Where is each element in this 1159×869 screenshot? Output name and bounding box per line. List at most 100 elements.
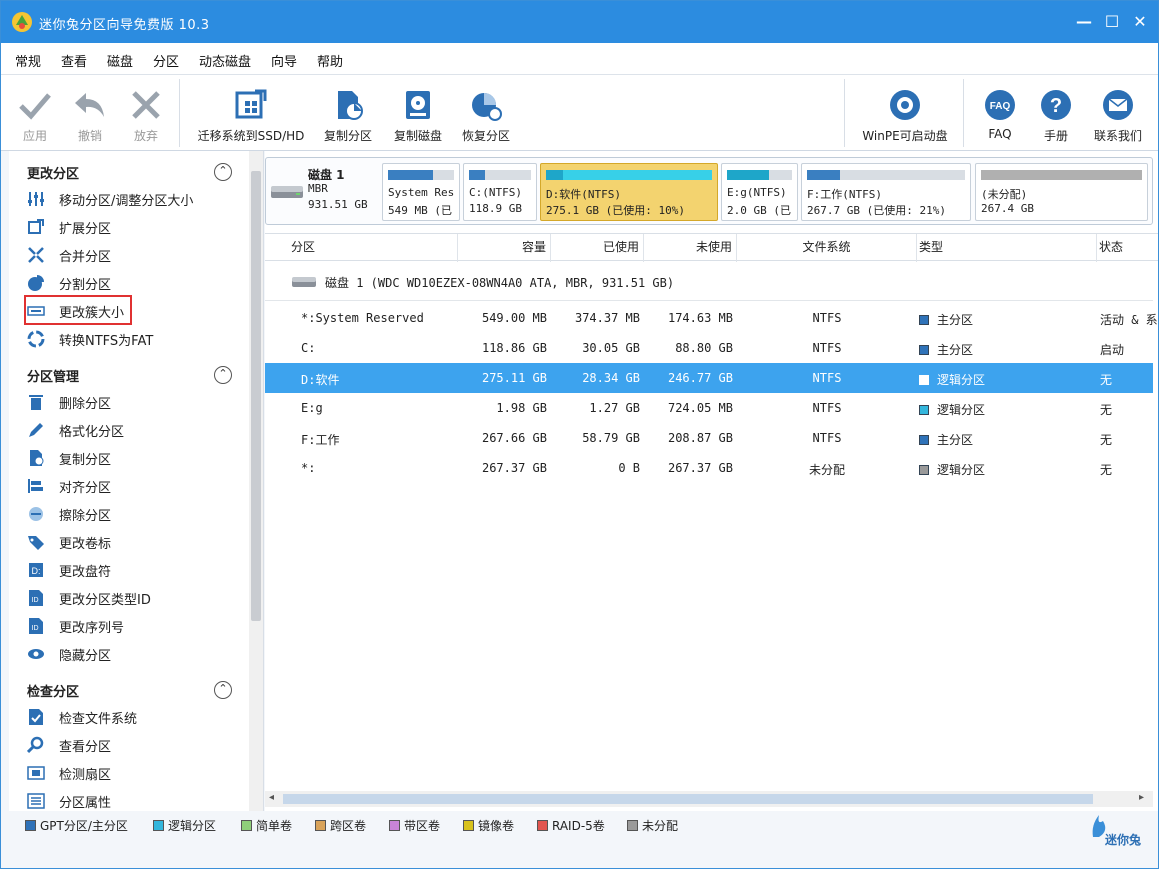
type-id-icon: ID	[29, 590, 43, 606]
collapse-toggle-icon[interactable]: ⌃	[214, 366, 232, 384]
sidebar-item-check-fs[interactable]: 检查文件系统	[27, 705, 227, 729]
table-row[interactable]: *: 267.37 GB 0 B 267.37 GB 未分配 逻辑分区 无	[265, 453, 1153, 483]
column-header-used[interactable]: 已使用	[551, 234, 644, 262]
horizontal-scroll-thumb[interactable]	[283, 794, 1093, 804]
column-header-capacity[interactable]: 容量	[458, 234, 551, 262]
menu-partition[interactable]: 分区	[153, 51, 179, 70]
sidebar-item-format[interactable]: 格式化分区	[27, 418, 227, 442]
partition-block-unallocated[interactable]: (未分配) 267.4 GB	[975, 163, 1148, 221]
close-button[interactable]: ✕	[1127, 9, 1153, 35]
contact-button[interactable]: 联系我们	[1089, 75, 1147, 151]
table-row[interactable]: D:软件 275.11 GB 28.34 GB 246.77 GB NTFS 逻辑分区 无	[265, 363, 1153, 393]
usage-bar	[981, 170, 1142, 180]
apply-button[interactable]: 应用	[13, 75, 57, 151]
type-color-swatch	[919, 315, 929, 325]
scroll-left-icon[interactable]: ◂	[269, 792, 274, 803]
sidebar-item-hide[interactable]: 隐藏分区	[27, 642, 227, 666]
sidebar-item-delete[interactable]: 删除分区	[27, 390, 227, 414]
collapse-toggle-icon[interactable]: ⌃	[214, 163, 232, 181]
legend-label: 简单卷	[256, 819, 293, 833]
legend-swatch	[389, 820, 400, 831]
sidebar-item-change-serial[interactable]: ID 更改序列号	[27, 614, 227, 638]
menu-help[interactable]: 帮助	[317, 51, 343, 70]
sidebar-item-extend[interactable]: 扩展分区	[27, 215, 227, 239]
sidebar-item-surface-test[interactable]: 检测扇区	[27, 761, 227, 785]
migrate-os-button[interactable]: 迁移系统到SSD/HD	[193, 75, 309, 151]
cell-unused: 267.37 GB	[667, 461, 733, 475]
usage-fill	[388, 170, 433, 180]
cell-unused: 174.63 MB	[667, 311, 733, 325]
recover-partition-button[interactable]: 恢复分区	[455, 75, 517, 151]
partition-block-e[interactable]: E:g(NTFS) 2.0 GB (已	[721, 163, 798, 221]
copy-disk-button[interactable]: 复制磁盘	[387, 75, 449, 151]
disk-card[interactable]: 磁盘 1 MBR 931.51 GB	[270, 162, 382, 220]
disk-row[interactable]: 磁盘 1 (WDC WD10EZEX-08WN4A0 ATA, MBR, 931…	[265, 261, 1153, 301]
sidebar-item-merge[interactable]: 合并分区	[27, 243, 227, 267]
copy-partition-button[interactable]: 复制分区	[317, 75, 379, 151]
table-row[interactable]: C: 118.86 GB 30.05 GB 88.80 GB NTFS 主分区 启动	[265, 333, 1153, 363]
pencil-icon	[29, 423, 43, 437]
legend-label: 镜像卷	[478, 819, 515, 833]
app-window: 迷你兔分区向导免费版 10.3 — ☐ ✕ 常规 查看 磁盘 分区 动态磁盘 向…	[0, 0, 1159, 869]
faq-button[interactable]: FAQ FAQ	[979, 75, 1021, 151]
cell-filesystem: 未分配	[808, 463, 845, 477]
table-row[interactable]: F:工作 267.66 GB 58.79 GB 208.87 GB NTFS 主分区 无	[265, 423, 1153, 453]
menu-disk[interactable]: 磁盘	[107, 51, 133, 70]
collapse-toggle-icon[interactable]: ⌃	[214, 681, 232, 699]
cell-type: 逻辑分区	[919, 371, 985, 388]
manual-button[interactable]: ? 手册	[1035, 75, 1077, 151]
cell-capacity: 275.11 GB	[481, 371, 547, 385]
menu-view[interactable]: 查看	[61, 51, 87, 70]
sidebar-scroll-thumb[interactable]	[251, 171, 261, 621]
menu-wizard[interactable]: 向导	[271, 51, 297, 70]
sidebar-scrollbar[interactable]	[249, 151, 263, 811]
partition-block-c[interactable]: C:(NTFS) 118.9 GB	[463, 163, 537, 221]
winpe-bootable-button[interactable]: WinPE可启动盘	[855, 75, 955, 151]
sidebar-item-copy[interactable]: 复制分区	[27, 446, 227, 470]
sidebar-item-wipe[interactable]: 擦除分区	[27, 502, 227, 526]
merge-icon	[28, 247, 44, 263]
column-header-partition[interactable]: 分区	[265, 234, 458, 262]
cell-unused: 724.05 MB	[667, 401, 733, 415]
undo-button[interactable]: 撤销	[67, 75, 113, 151]
menu-general[interactable]: 常规	[15, 51, 41, 70]
sidebar-item-align[interactable]: 对齐分区	[27, 474, 227, 498]
sidebar-item-properties[interactable]: 分区属性	[27, 789, 227, 811]
cell-used: 58.79 GB	[582, 431, 640, 445]
cell-partition: E:g	[301, 401, 323, 415]
minimize-button[interactable]: —	[1071, 9, 1097, 35]
sidebar-item-change-type-id[interactable]: ID 更改分区类型ID	[27, 586, 227, 610]
column-header-type[interactable]: 类型	[917, 234, 1097, 262]
hard-disk-icon	[292, 277, 316, 287]
properties-icon	[27, 793, 45, 809]
sidebar-item-change-label[interactable]: 更改卷标	[27, 530, 227, 554]
sidebar-item-convert-ntfs-fat[interactable]: 转换NTFS为FAT	[27, 327, 227, 351]
disk-size: 931.51 GB	[308, 198, 368, 211]
horizontal-scrollbar[interactable]: ◂ ▸	[265, 791, 1153, 807]
partition-block-d[interactable]: D:软件(NTFS) 275.1 GB (已使用: 10%)	[540, 163, 718, 221]
partition-block-system-reserved[interactable]: System Res 549 MB (已	[382, 163, 460, 221]
sidebar-item-move-resize[interactable]: 移动分区/调整分区大小	[27, 187, 227, 211]
sidebar-item-explore[interactable]: 查看分区	[27, 733, 227, 757]
scroll-right-icon[interactable]: ▸	[1139, 792, 1144, 803]
cell-type: 主分区	[919, 341, 973, 358]
column-header-status[interactable]: 状态	[1097, 234, 1153, 262]
maximize-button[interactable]: ☐	[1099, 9, 1125, 35]
serial-id-icon: ID	[29, 618, 43, 634]
tag-icon	[28, 536, 44, 550]
legend-swatch	[153, 820, 164, 831]
cell-partition: *:	[301, 461, 316, 475]
extend-icon	[28, 219, 44, 234]
mail-icon	[1103, 90, 1133, 120]
table-row[interactable]: E:g 1.98 GB 1.27 GB 724.05 MB NTFS 逻辑分区 无	[265, 393, 1153, 423]
table-row[interactable]: *:System Reserved 549.00 MB 374.37 MB 174.6…	[265, 303, 1158, 333]
sidebar-item-change-letter[interactable]: D: 更改盘符	[27, 558, 227, 582]
column-header-filesystem[interactable]: 文件系统	[737, 234, 917, 262]
type-label: 主分区	[937, 343, 974, 357]
sidebar-item-split[interactable]: 分割分区	[27, 271, 227, 295]
discard-button[interactable]: 放弃	[123, 75, 169, 151]
menu-dynamic-disk[interactable]: 动态磁盘	[199, 51, 251, 70]
partition-block-f[interactable]: F:工作(NTFS) 267.7 GB (已使用: 21%)	[801, 163, 971, 221]
cell-filesystem: NTFS	[812, 311, 842, 325]
column-header-unused[interactable]: 未使用	[644, 234, 737, 262]
